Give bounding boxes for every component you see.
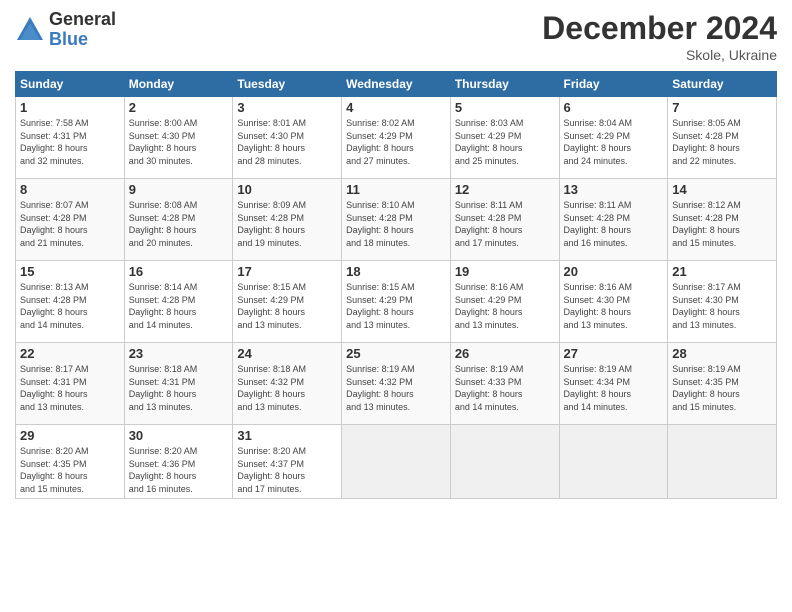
table-row: 25Sunrise: 8:19 AM Sunset: 4:32 PM Dayli… [342, 343, 451, 425]
table-row: 12Sunrise: 8:11 AM Sunset: 4:28 PM Dayli… [450, 179, 559, 261]
table-row: 8Sunrise: 8:07 AM Sunset: 4:28 PM Daylig… [16, 179, 125, 261]
header-row: Sunday Monday Tuesday Wednesday Thursday… [16, 72, 777, 97]
table-row: 14Sunrise: 8:12 AM Sunset: 4:28 PM Dayli… [668, 179, 777, 261]
table-row: 16Sunrise: 8:14 AM Sunset: 4:28 PM Dayli… [124, 261, 233, 343]
logo-blue-text: Blue [49, 30, 116, 50]
table-row: 26Sunrise: 8:19 AM Sunset: 4:33 PM Dayli… [450, 343, 559, 425]
logo-general-text: General [49, 10, 116, 30]
table-row: 5Sunrise: 8:03 AM Sunset: 4:29 PM Daylig… [450, 97, 559, 179]
title-block: December 2024 Skole, Ukraine [542, 10, 777, 63]
table-row: 28Sunrise: 8:19 AM Sunset: 4:35 PM Dayli… [668, 343, 777, 425]
col-tuesday: Tuesday [233, 72, 342, 97]
table-row [450, 425, 559, 499]
table-row: 1Sunrise: 7:58 AM Sunset: 4:31 PM Daylig… [16, 97, 125, 179]
table-row: 23Sunrise: 8:18 AM Sunset: 4:31 PM Dayli… [124, 343, 233, 425]
table-row: 22Sunrise: 8:17 AM Sunset: 4:31 PM Dayli… [16, 343, 125, 425]
table-row: 11Sunrise: 8:10 AM Sunset: 4:28 PM Dayli… [342, 179, 451, 261]
month-title: December 2024 [542, 10, 777, 47]
table-row [559, 425, 668, 499]
table-row: 30Sunrise: 8:20 AM Sunset: 4:36 PM Dayli… [124, 425, 233, 499]
col-sunday: Sunday [16, 72, 125, 97]
page-container: General Blue December 2024 Skole, Ukrain… [0, 0, 792, 509]
calendar-table: Sunday Monday Tuesday Wednesday Thursday… [15, 71, 777, 499]
col-friday: Friday [559, 72, 668, 97]
table-row [668, 425, 777, 499]
table-row: 3Sunrise: 8:01 AM Sunset: 4:30 PM Daylig… [233, 97, 342, 179]
table-row: 6Sunrise: 8:04 AM Sunset: 4:29 PM Daylig… [559, 97, 668, 179]
table-row: 13Sunrise: 8:11 AM Sunset: 4:28 PM Dayli… [559, 179, 668, 261]
table-row: 9Sunrise: 8:08 AM Sunset: 4:28 PM Daylig… [124, 179, 233, 261]
table-row [342, 425, 451, 499]
table-row: 24Sunrise: 8:18 AM Sunset: 4:32 PM Dayli… [233, 343, 342, 425]
header: General Blue December 2024 Skole, Ukrain… [15, 10, 777, 63]
table-row: 4Sunrise: 8:02 AM Sunset: 4:29 PM Daylig… [342, 97, 451, 179]
col-saturday: Saturday [668, 72, 777, 97]
table-row: 2Sunrise: 8:00 AM Sunset: 4:30 PM Daylig… [124, 97, 233, 179]
col-wednesday: Wednesday [342, 72, 451, 97]
col-thursday: Thursday [450, 72, 559, 97]
table-row: 29Sunrise: 8:20 AM Sunset: 4:35 PM Dayli… [16, 425, 125, 499]
logo: General Blue [15, 10, 116, 50]
table-row: 20Sunrise: 8:16 AM Sunset: 4:30 PM Dayli… [559, 261, 668, 343]
table-row: 31Sunrise: 8:20 AM Sunset: 4:37 PM Dayli… [233, 425, 342, 499]
logo-icon [15, 15, 45, 45]
table-row: 17Sunrise: 8:15 AM Sunset: 4:29 PM Dayli… [233, 261, 342, 343]
table-row: 27Sunrise: 8:19 AM Sunset: 4:34 PM Dayli… [559, 343, 668, 425]
logo-text: General Blue [49, 10, 116, 50]
table-row: 21Sunrise: 8:17 AM Sunset: 4:30 PM Dayli… [668, 261, 777, 343]
table-row: 15Sunrise: 8:13 AM Sunset: 4:28 PM Dayli… [16, 261, 125, 343]
table-row: 18Sunrise: 8:15 AM Sunset: 4:29 PM Dayli… [342, 261, 451, 343]
table-row: 19Sunrise: 8:16 AM Sunset: 4:29 PM Dayli… [450, 261, 559, 343]
table-row: 10Sunrise: 8:09 AM Sunset: 4:28 PM Dayli… [233, 179, 342, 261]
col-monday: Monday [124, 72, 233, 97]
table-row: 7Sunrise: 8:05 AM Sunset: 4:28 PM Daylig… [668, 97, 777, 179]
subtitle: Skole, Ukraine [542, 47, 777, 63]
